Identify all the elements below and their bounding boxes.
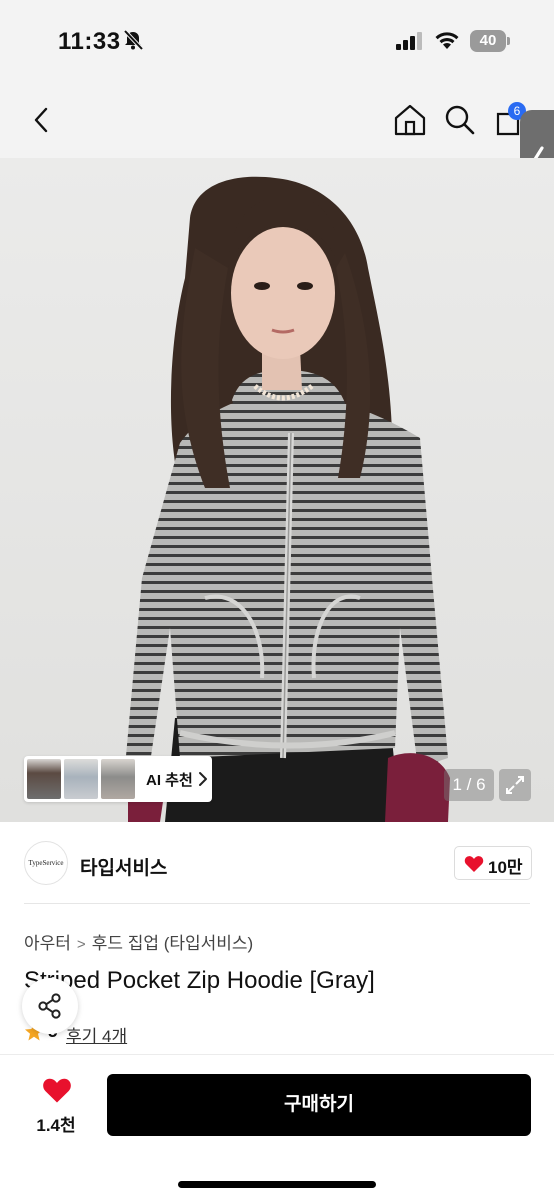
- signal-icon: [396, 32, 422, 50]
- breadcrumb-category[interactable]: 아우터: [24, 934, 71, 953]
- breadcrumb-separator: >: [76, 936, 86, 953]
- share-icon: [38, 993, 61, 1019]
- chevron-right-icon: [199, 772, 207, 786]
- heart-icon: [464, 856, 484, 872]
- back-icon[interactable]: [22, 100, 62, 140]
- expand-button[interactable]: [499, 769, 531, 801]
- thumbnail-2: [64, 759, 98, 799]
- divider: [24, 903, 530, 904]
- product-title: Striped Pocket Zip Hoodie [Gray]: [24, 967, 375, 994]
- product-image[interactable]: [0, 158, 554, 822]
- brand-like-count: 10만: [488, 858, 523, 877]
- battery-icon: 40: [470, 30, 506, 52]
- home-indicator: [178, 1181, 376, 1188]
- thumbnail-3: [101, 759, 135, 799]
- buy-button[interactable]: 구매하기: [107, 1074, 531, 1136]
- brand-row[interactable]: TypeService 타입서비스 10만: [0, 822, 554, 904]
- breadcrumb-subcategory[interactable]: 후드 집업 (타입서비스): [92, 934, 254, 953]
- status-bar: 11:33 40: [0, 0, 554, 80]
- image-page-counter: 1 / 6: [444, 769, 494, 801]
- wifi-icon: [435, 32, 459, 49]
- expand-icon: [506, 776, 524, 794]
- home-icon[interactable]: [390, 100, 430, 140]
- search-icon[interactable]: [440, 100, 480, 140]
- wishlist-heart-icon[interactable]: [42, 1077, 72, 1104]
- wishlist-count: 1.4천: [36, 1116, 76, 1135]
- product-photo: [0, 158, 554, 822]
- brand-like-button[interactable]: 10만: [454, 846, 532, 880]
- ai-recommend-label: AI 추천: [146, 772, 193, 789]
- bell-off-icon: [123, 29, 144, 51]
- brand-name[interactable]: 타입서비스: [80, 853, 167, 880]
- status-time: 11:33: [58, 28, 121, 55]
- nav-bar: [0, 80, 554, 158]
- share-button[interactable]: [22, 978, 78, 1034]
- review-link[interactable]: 후기 4개: [66, 1022, 127, 1047]
- battery-tip: [507, 37, 510, 45]
- ai-recommend-button[interactable]: AI 추천: [24, 756, 212, 802]
- bottom-bar: 1.4천 구매하기: [0, 1054, 554, 1201]
- brand-logo[interactable]: TypeService: [24, 841, 68, 885]
- breadcrumb: 아우터 > 후드 집업 (타입서비스): [24, 929, 253, 954]
- thumbnail-1: [27, 759, 61, 799]
